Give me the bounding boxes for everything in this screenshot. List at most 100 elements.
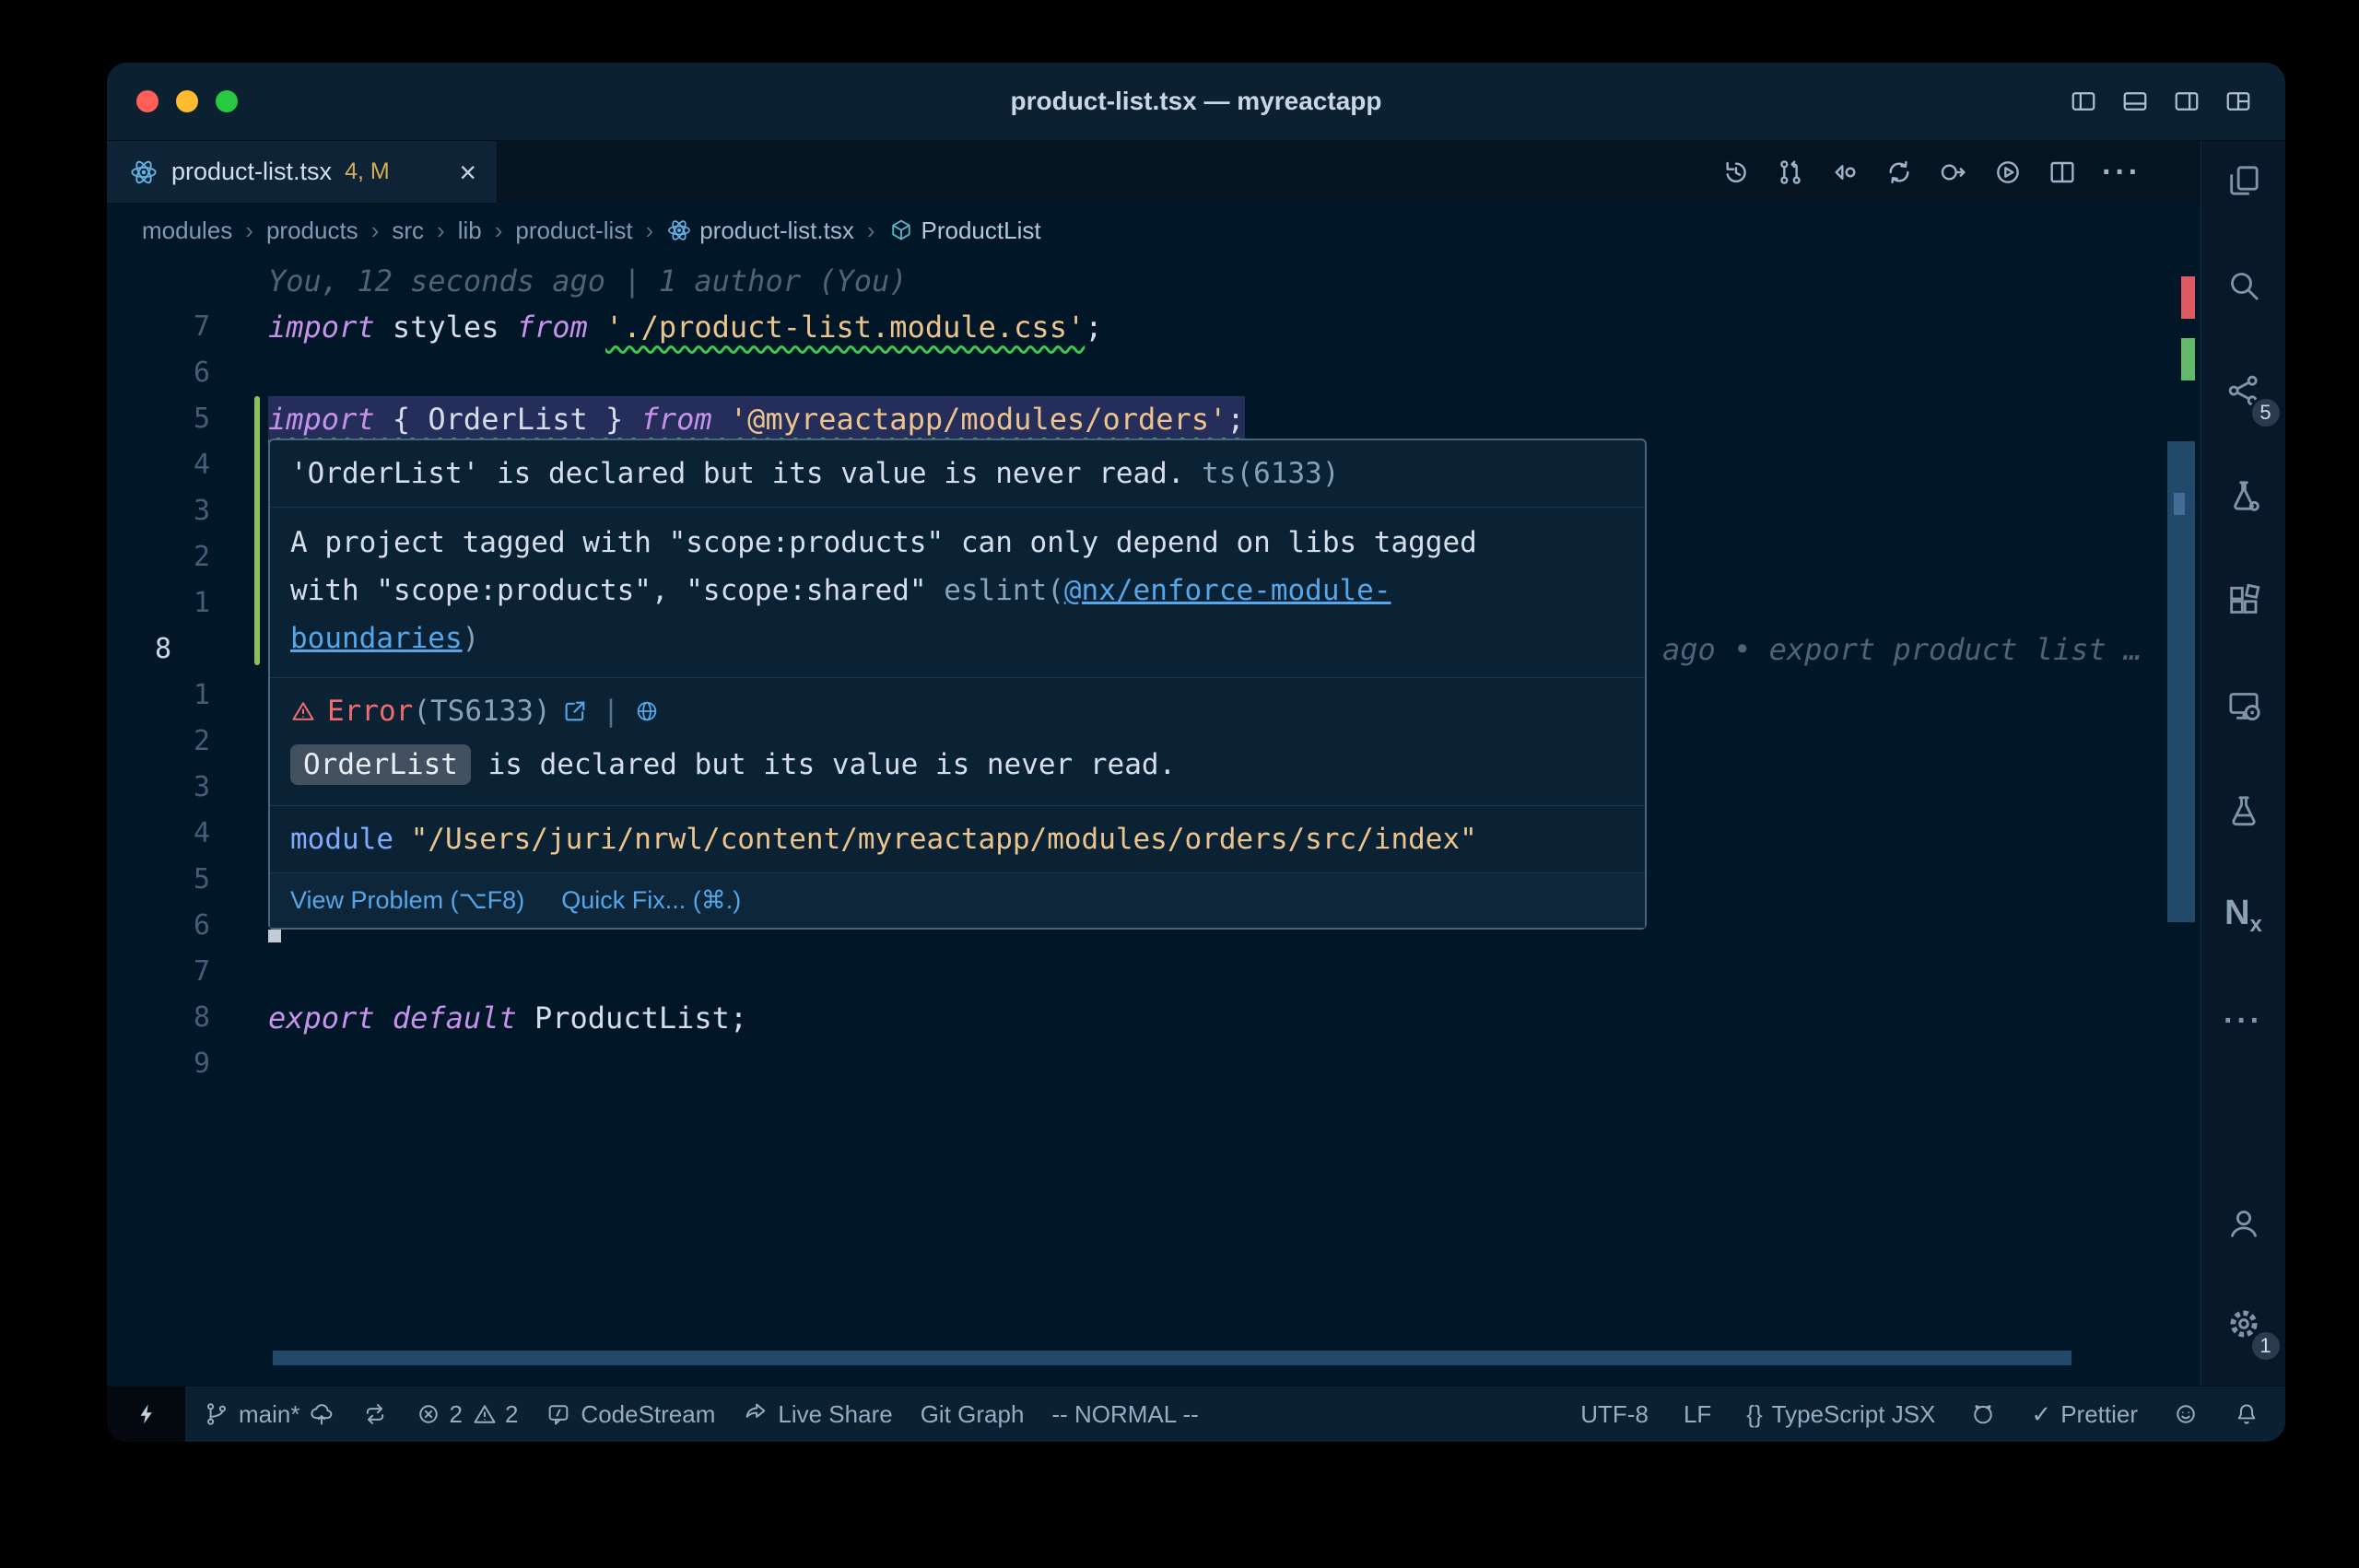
breadcrumb-item-file[interactable]: product-list.tsx	[666, 216, 854, 245]
open-changes-icon[interactable]	[1830, 158, 1860, 187]
hover-message: 'OrderList' is declared but its value is…	[270, 440, 1645, 508]
eol-item[interactable]: LF	[1684, 1400, 1711, 1429]
eol-label: LF	[1684, 1400, 1711, 1429]
bell-icon[interactable]	[2234, 1401, 2259, 1427]
breadcrumb: modules › products › src › lib › product…	[107, 203, 2201, 258]
extensions-icon[interactable]	[2209, 566, 2279, 636]
line-number: 3	[107, 488, 210, 534]
traffic-lights	[107, 90, 238, 112]
breadcrumb-item-product-list[interactable]: product-list	[515, 216, 632, 245]
globe-icon[interactable]	[634, 698, 660, 724]
settings-count-badge: 1	[2249, 1329, 2283, 1363]
hover-widget: 'OrderList' is declared but its value is…	[268, 439, 1647, 930]
warning-triangle-icon	[472, 1401, 498, 1427]
editor-row[interactable]: 7	[107, 949, 2201, 995]
tab-bar: product-list.tsx 4, M ×	[107, 141, 2201, 203]
tab-label: product-list.tsx	[171, 158, 332, 186]
search-icon[interactable]	[2209, 251, 2279, 321]
sync-icon[interactable]	[1884, 158, 1914, 187]
close-window-button[interactable]	[136, 90, 158, 112]
line-number: 1	[107, 580, 210, 626]
divider: |	[599, 695, 624, 728]
breadcrumb-item-modules[interactable]: modules	[142, 216, 232, 245]
tab-product-list[interactable]: product-list.tsx 4, M ×	[107, 141, 498, 203]
run-changes-icon[interactable]	[1939, 158, 1968, 187]
prettier-item[interactable]: ✓ Prettier	[2031, 1400, 2138, 1429]
quick-fix-link[interactable]: Quick Fix... (⌘.)	[561, 886, 741, 915]
timeline-icon[interactable]	[1721, 158, 1751, 187]
line-number: 7	[107, 304, 210, 350]
minimize-window-button[interactable]	[176, 90, 198, 112]
breadcrumb-item-symbol[interactable]: ProductList	[888, 216, 1041, 245]
editor-row[interactable]: 9	[107, 1041, 2201, 1087]
editor-row[interactable]: 7import styles from './product-list.modu…	[107, 304, 2201, 350]
activity-bar: 5 Nx ···	[2201, 141, 2285, 1386]
line-number: 6	[107, 350, 210, 396]
feedback-icon[interactable]	[2173, 1401, 2199, 1427]
remote-indicator[interactable]	[107, 1387, 185, 1442]
git-branch-icon	[204, 1401, 229, 1427]
prettier-label: Prettier	[2060, 1400, 2138, 1429]
git-compare-icon[interactable]	[1776, 158, 1805, 187]
editor-row[interactable]: 5import { OrderList } from '@myreactapp/…	[107, 396, 2201, 442]
project-graph-icon[interactable]: 5	[2209, 356, 2279, 426]
gitlens-compare-icon[interactable]	[362, 1401, 388, 1427]
nx-console-icon[interactable]: Nx	[2209, 881, 2279, 951]
git-graph-item[interactable]: Git Graph	[921, 1400, 1025, 1429]
react-file-icon	[129, 158, 158, 187]
problems-item[interactable]: 2 2	[416, 1400, 518, 1429]
module-path-string: "/Users/juri/nrwl/content/myreactapp/mod…	[393, 823, 1477, 856]
hover-module-path: module "/Users/juri/nrwl/content/myreact…	[270, 806, 1645, 873]
account-icon[interactable]	[2209, 1188, 2279, 1258]
layout-panel-bottom-icon[interactable]	[2121, 88, 2149, 115]
view-problem-link[interactable]: View Problem (⌥F8)	[290, 886, 524, 915]
codestream-item[interactable]: CodeStream	[546, 1400, 715, 1429]
horizontal-scrollbar[interactable]	[273, 1351, 2071, 1365]
braces-icon: {}	[1746, 1400, 1762, 1429]
breadcrumb-item-lib[interactable]: lib	[458, 216, 482, 245]
open-external-icon[interactable]	[562, 698, 588, 724]
line-number: 9	[107, 1041, 210, 1087]
code-editor[interactable]: You, 12 seconds ago | 1 author (You) 7im…	[107, 258, 2201, 1386]
github-icon[interactable]	[1970, 1401, 1996, 1427]
editor-row[interactable]: 6	[107, 350, 2201, 396]
breadcrumb-separator: ›	[437, 216, 445, 245]
layout-sidebar-left-icon[interactable]	[2070, 88, 2097, 115]
hover-eslint-section: A project tagged with "scope:products" c…	[270, 508, 1645, 678]
error-count: 2	[449, 1400, 462, 1429]
language-mode-item[interactable]: {} TypeScript JSX	[1746, 1400, 1935, 1429]
split-editor-icon[interactable]	[2048, 158, 2077, 187]
eslint-source-suffix: )	[463, 622, 480, 655]
hover-actions: View Problem (⌥F8) Quick Fix... (⌘.)	[270, 873, 1645, 928]
editor-row[interactable]: 8export default ProductList;	[107, 995, 2201, 1041]
vim-mode-indicator[interactable]: -- NORMAL --	[1051, 1400, 1198, 1429]
breadcrumb-item-src[interactable]: src	[392, 216, 424, 245]
zoom-window-button[interactable]	[216, 90, 238, 112]
layout-sidebar-right-icon[interactable]	[2173, 88, 2201, 115]
settings-gear-icon[interactable]: 1	[2209, 1289, 2279, 1359]
live-share-item[interactable]: Live Share	[743, 1400, 892, 1429]
breadcrumb-item-products[interactable]: products	[266, 216, 358, 245]
git-branch-item[interactable]: main*	[204, 1400, 334, 1429]
more-icon[interactable]: ···	[2209, 986, 2279, 1056]
symbol-cube-icon	[888, 217, 914, 243]
layout-grid-icon[interactable]	[2224, 88, 2252, 115]
editor-row[interactable]: You, 12 seconds ago | 1 author (You)	[107, 258, 2201, 304]
line-number: 8	[107, 995, 210, 1041]
run-file-icon[interactable]	[1993, 158, 2023, 187]
remote-explorer-icon[interactable]	[2209, 671, 2279, 741]
line-number: 5	[107, 396, 210, 442]
beaker-icon[interactable]	[2209, 776, 2279, 846]
vertical-scrollbar[interactable]	[2167, 441, 2195, 922]
encoding-item[interactable]: UTF-8	[1580, 1400, 1649, 1429]
cloud-upload-icon	[309, 1401, 334, 1427]
breadcrumb-separator: ›	[495, 216, 503, 245]
react-file-icon	[666, 217, 692, 243]
tab-close-icon[interactable]: ×	[459, 158, 476, 187]
breadcrumb-separator: ›	[867, 216, 875, 245]
hover-resize-handle[interactable]	[268, 930, 281, 942]
test-runner-icon[interactable]	[2209, 461, 2279, 531]
more-actions-icon[interactable]: ···	[2102, 157, 2142, 188]
copy-files-icon[interactable]	[2209, 146, 2279, 216]
hover-error-section: Error(TS6133) | OrderList is declared bu…	[270, 678, 1645, 806]
